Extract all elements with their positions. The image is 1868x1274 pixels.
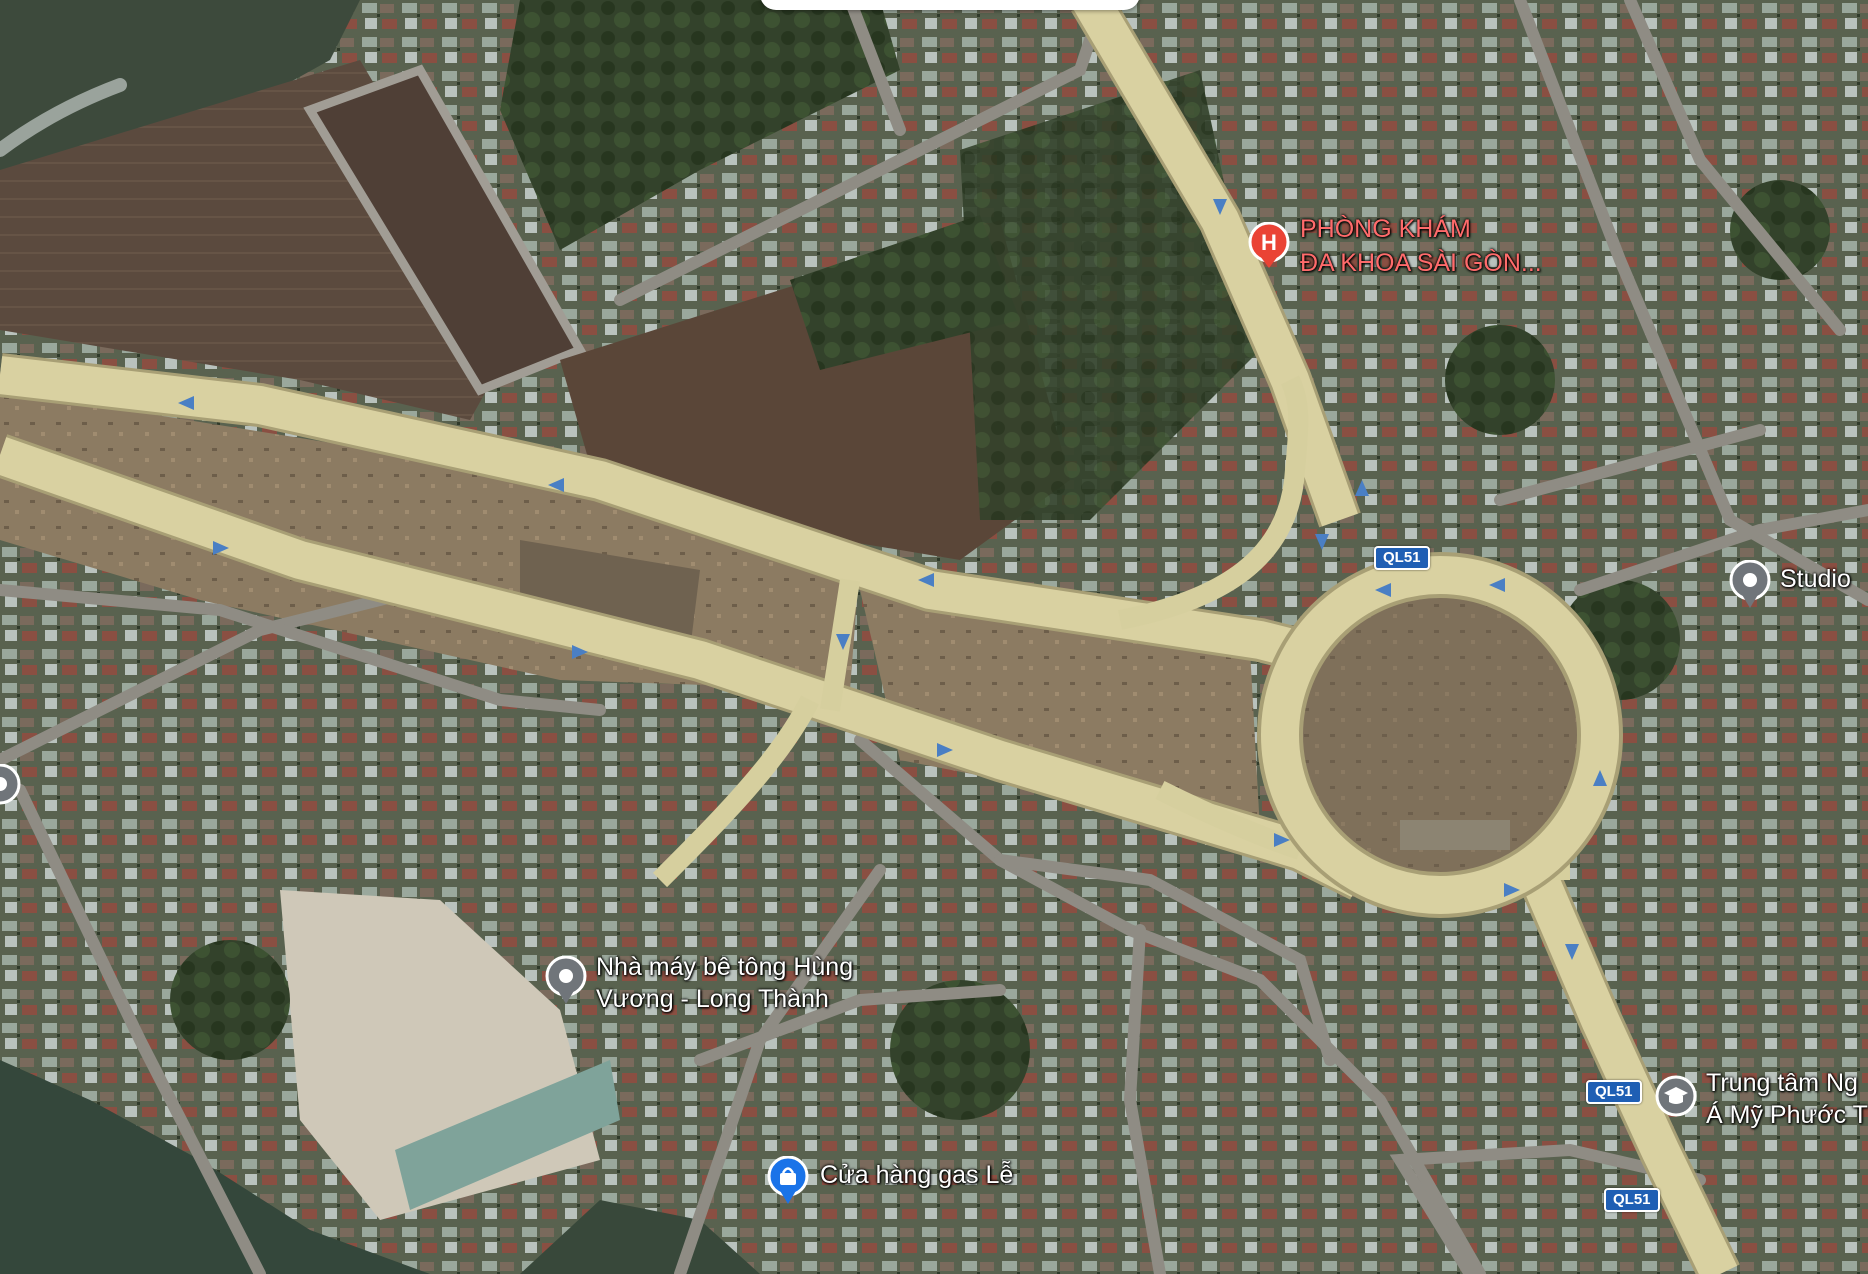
shopping-bag-icon: [767, 1156, 809, 1204]
satellite-map[interactable]: H PHÒNG KHÁM ĐA KHOA SÀI GÒN... Studio N…: [0, 0, 1868, 1274]
route-shield-ql51: QL51: [1586, 1080, 1642, 1104]
hospital-glyph: H: [1261, 230, 1277, 255]
hospital-icon: H: [1248, 222, 1290, 268]
place-pin-icon: [0, 764, 21, 805]
search-bar-edge[interactable]: [760, 0, 1140, 10]
concrete-label-line1: Nhà máy bê tông Hùng: [596, 953, 854, 981]
place-pin-icon: [545, 956, 587, 1004]
gas-store-label: Cửa hàng gas Lễ: [820, 1161, 1014, 1189]
education-center-label-line2: Á Mỹ Phước T: [1706, 1101, 1868, 1129]
concrete-label-line2: Vương - Long Thành: [596, 985, 829, 1013]
route-shield-ql51: QL51: [1374, 546, 1430, 570]
clinic-label-line1: PHÒNG KHÁM: [1300, 215, 1471, 243]
clinic-label-line2: ĐA KHOA SÀI GÒN...: [1300, 249, 1542, 277]
route-shield-ql51: QL51: [1604, 1188, 1660, 1212]
place-pin-icon: [1729, 560, 1771, 608]
school-icon: [1655, 1075, 1697, 1117]
education-center-label-line1: Trung tâm Ng: [1706, 1069, 1858, 1097]
studio-label: Studio: [1780, 565, 1851, 593]
